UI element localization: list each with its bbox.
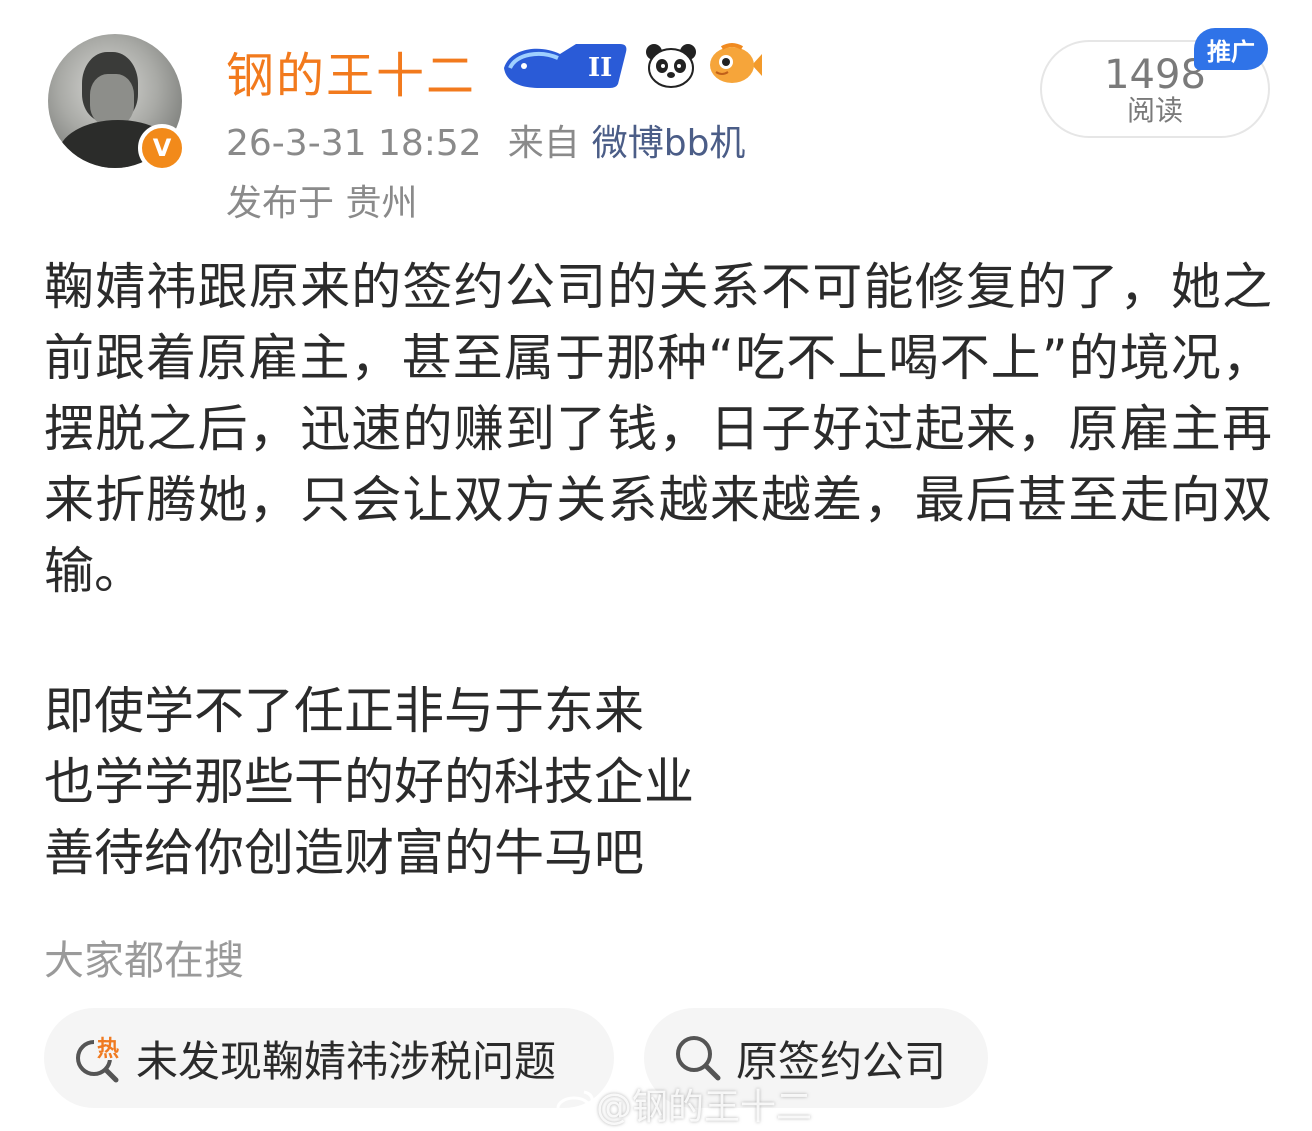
post-paragraph: 鞠婧祎跟原来的签约公司的关系不可能修复的了，她之前跟着原雇主，甚至属于那种“吃不… bbox=[44, 258, 1272, 600]
post-lines: 即使学不了任正非与于东来 也学学那些干的好的科技企业 善待给你创造财富的牛马吧 bbox=[44, 676, 694, 889]
fish-icon[interactable] bbox=[708, 40, 762, 90]
post-meta: 26-3-31 18:52 来自 微博bb机 bbox=[226, 114, 745, 166]
read-label: 阅读 bbox=[1126, 94, 1183, 127]
hot-search-icon: 热 bbox=[76, 1034, 122, 1083]
author-name[interactable]: 钢的王十二 bbox=[226, 36, 476, 106]
trending-title: 大家都在搜 bbox=[44, 938, 244, 984]
level-badge-label: II bbox=[588, 53, 612, 83]
post-time: 26-3-31 18:52 bbox=[226, 123, 482, 164]
trending-chip-label: 未发现鞠婧祎涉税问题 bbox=[136, 1036, 557, 1086]
post-location: 发布于 贵州 bbox=[226, 183, 418, 224]
post-source[interactable]: 微博bb机 bbox=[592, 123, 746, 164]
hot-icon-text: 热 bbox=[97, 1036, 119, 1062]
watermark: @钢的王十二 bbox=[556, 1078, 812, 1130]
panda-icon[interactable] bbox=[644, 40, 698, 90]
watermark-text: @钢的王十二 bbox=[596, 1087, 813, 1128]
trending-chip-tax[interactable]: 热 未发现鞠婧祎涉税问题 bbox=[44, 1008, 614, 1108]
from-label: 来自 bbox=[507, 123, 580, 164]
weibo-logo-icon bbox=[556, 1090, 594, 1120]
search-icon bbox=[676, 1036, 721, 1081]
post-line: 善待给你创造财富的牛马吧 bbox=[44, 824, 644, 882]
post-line: 即使学不了任正非与于东来 bbox=[44, 682, 644, 740]
promo-button[interactable]: 推广 bbox=[1194, 28, 1268, 70]
whale-level-badge-icon[interactable]: II bbox=[500, 38, 630, 92]
weibo-post: V 钢的王十二 II 26-3-31 18:52 来自 微博bb机 发布于 贵州 1… bbox=[0, 0, 1312, 1131]
post-line: 也学学那些干的好的科技企业 bbox=[44, 753, 694, 811]
verified-badge-icon: V bbox=[138, 124, 186, 172]
